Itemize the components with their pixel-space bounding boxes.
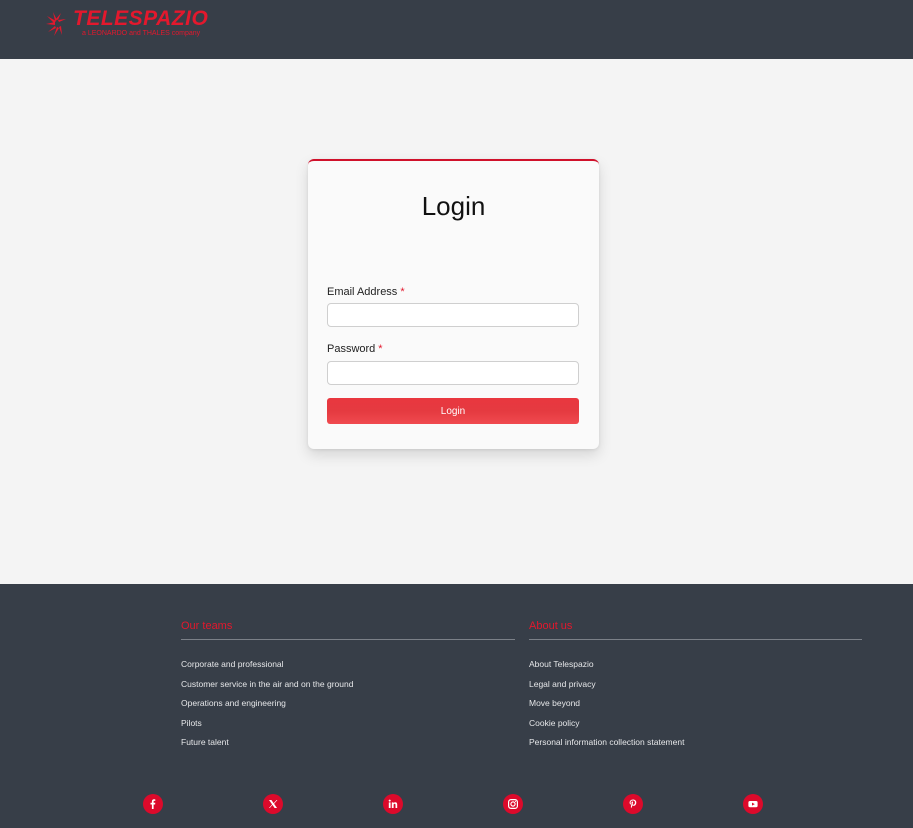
footer-link[interactable]: About Telespazio — [529, 659, 862, 669]
youtube-icon — [748, 801, 758, 808]
login-card: Login Email Address * Password * Login — [308, 159, 599, 449]
email-label-text: Email Address — [327, 286, 398, 298]
telespazio-logo-mark-icon — [46, 12, 66, 36]
login-title: Login — [421, 191, 486, 221]
brand-name: TELESPAZIO — [73, 7, 209, 30]
site-header: TELESPAZIO a LEONARDO and THALES company — [0, 0, 913, 59]
brand-tagline: a LEONARDO and THALES company — [82, 30, 201, 37]
footer-link[interactable]: Operations and engineering — [181, 698, 515, 708]
instagram-icon — [508, 799, 519, 810]
footer-link[interactable]: Customer service in the air and on the g… — [181, 679, 515, 689]
telespazio-logo[interactable]: TELESPAZIO a LEONARDO and THALES company — [42, 8, 217, 44]
footer-link[interactable]: Corporate and professional — [181, 659, 515, 669]
pinterest-link[interactable] — [623, 794, 643, 814]
password-input[interactable] — [327, 361, 579, 385]
login-button[interactable]: Login — [327, 398, 579, 424]
pinterest-icon — [629, 799, 637, 809]
password-label: Password * — [327, 342, 383, 356]
site-footer: Our teams Corporate and professional Cus… — [0, 584, 913, 828]
password-label-text: Password — [327, 343, 376, 355]
facebook-icon — [150, 799, 156, 809]
footer-our-teams: Our teams Corporate and professional Cus… — [181, 619, 515, 757]
footer-link[interactable]: Personal information collection statemen… — [529, 737, 862, 747]
x-link[interactable] — [263, 794, 283, 814]
email-input[interactable] — [327, 303, 579, 327]
facebook-link[interactable] — [143, 794, 163, 814]
our-teams-list: Corporate and professional Customer serv… — [181, 659, 515, 747]
footer-link[interactable]: Future talent — [181, 737, 515, 747]
email-label: Email Address * — [327, 285, 405, 299]
footer-link[interactable]: Cookie policy — [529, 718, 862, 728]
footer-link[interactable]: Move beyond — [529, 698, 862, 708]
instagram-link[interactable] — [503, 794, 523, 814]
footer-about-us: About us About Telespazio Legal and priv… — [529, 619, 862, 757]
youtube-link[interactable] — [743, 794, 763, 814]
footer-link[interactable]: Legal and privacy — [529, 679, 862, 689]
our-teams-title: Our teams — [181, 619, 515, 640]
about-us-list: About Telespazio Legal and privacy Move … — [529, 659, 862, 747]
x-icon — [269, 800, 278, 808]
email-required-marker: * — [400, 286, 405, 298]
linkedin-icon — [388, 799, 398, 808]
about-us-title: About us — [529, 619, 862, 640]
linkedin-link[interactable] — [383, 794, 403, 814]
password-required-marker: * — [378, 343, 383, 355]
footer-link[interactable]: Pilots — [181, 718, 515, 728]
